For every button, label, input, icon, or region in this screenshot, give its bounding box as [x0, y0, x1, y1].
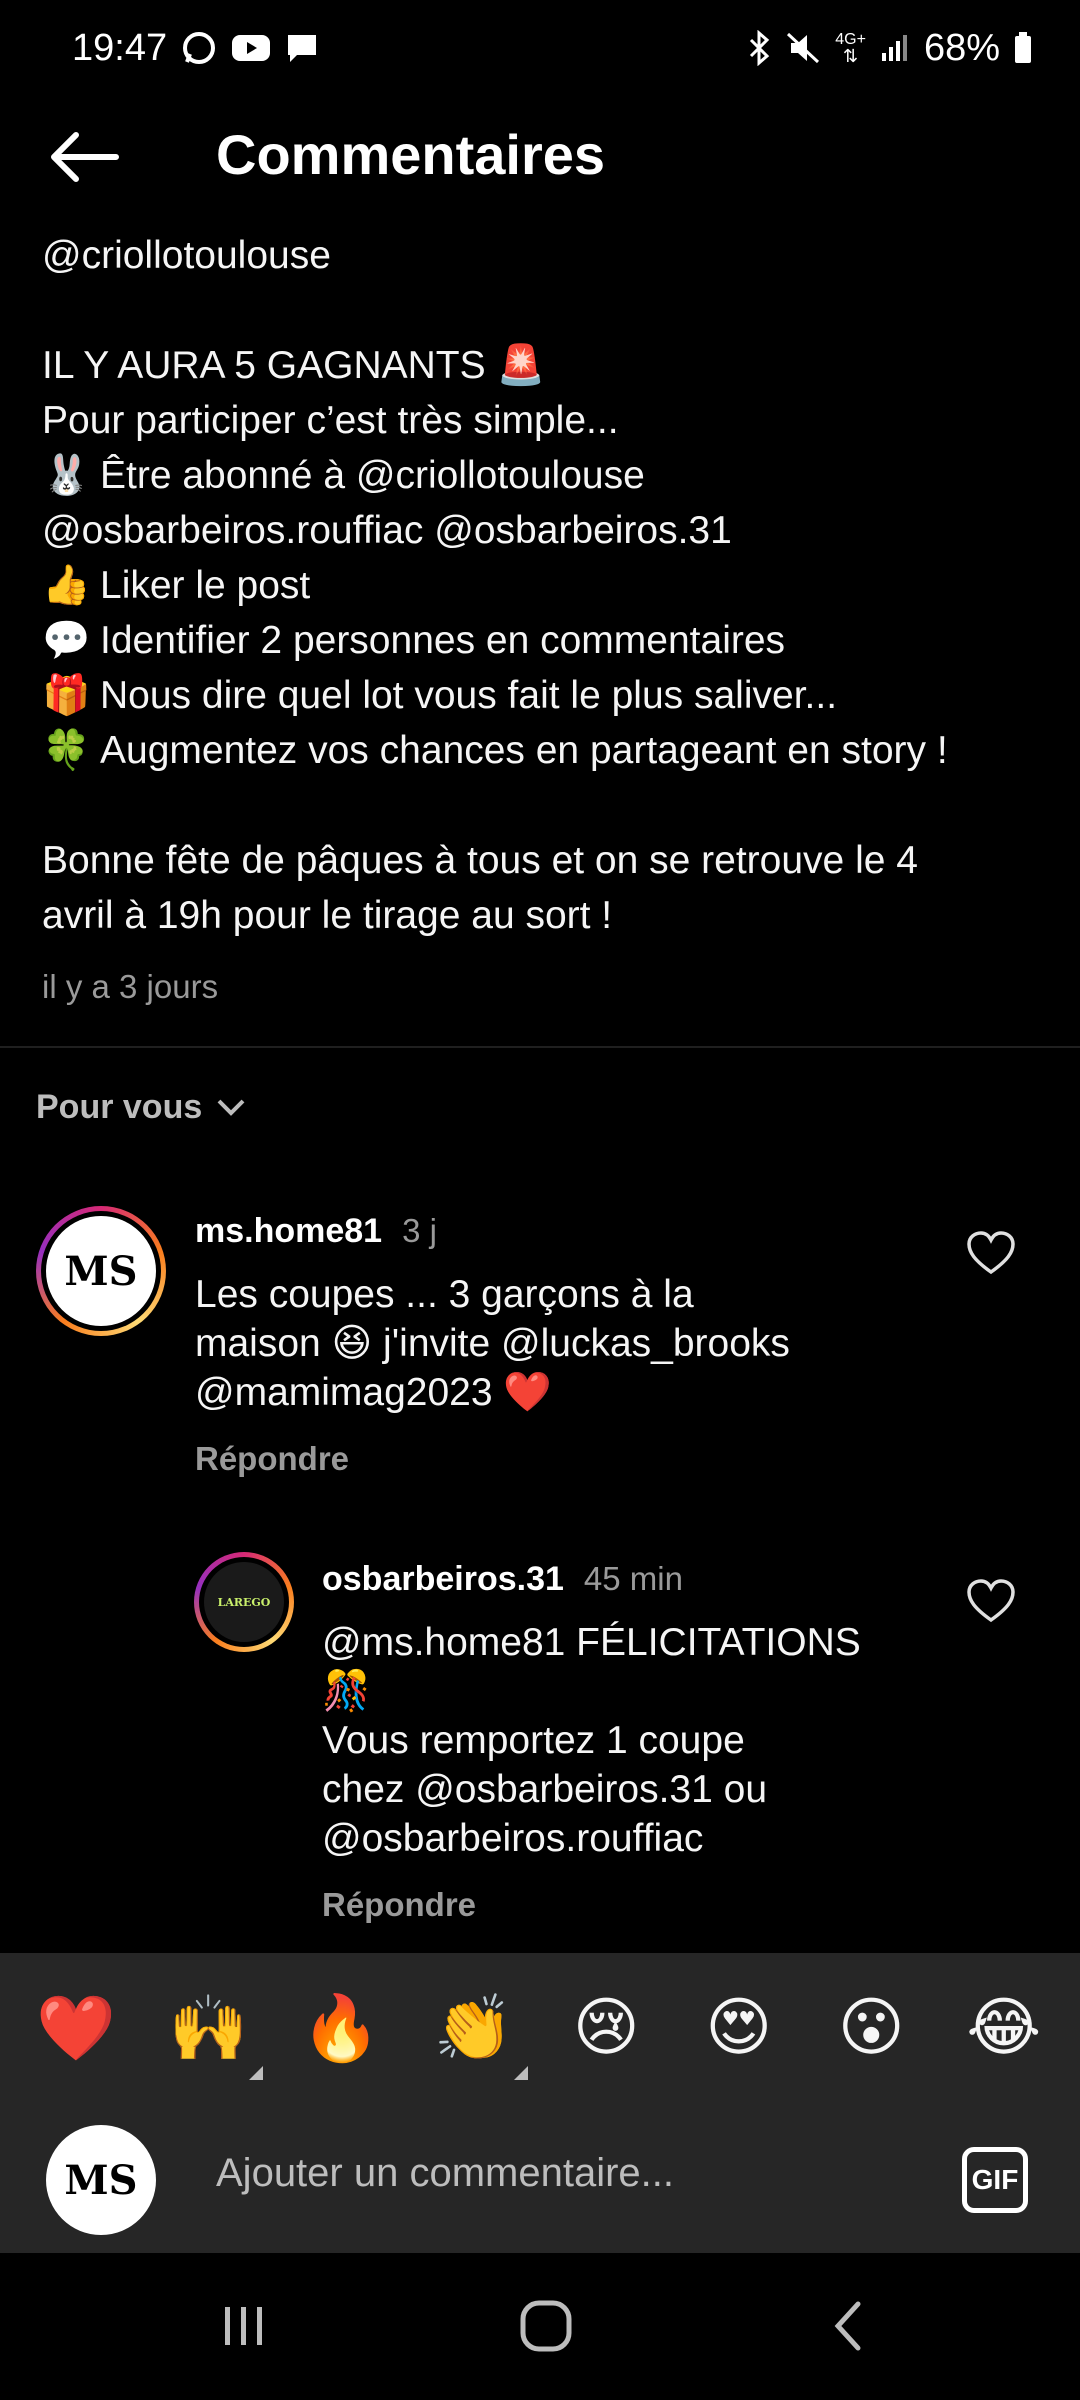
caption-line: 🐰 Être abonné à @criollotoulouse: [42, 448, 1042, 503]
comment-line: 🎊: [322, 1670, 371, 1713]
like-heart-icon[interactable]: [966, 1578, 1016, 1624]
page-title: Commentaires: [216, 123, 606, 186]
emoji-heart-eyes[interactable]: 😍: [689, 1991, 789, 2065]
caption-text: Bonne fête de pâques à tous et on se ret…: [42, 839, 918, 882]
comment-username[interactable]: osbarbeiros.31: [322, 1560, 564, 1599]
message-icon: [285, 31, 319, 65]
comment-line: @mamimag2023 ❤️: [195, 1371, 552, 1414]
comment-line: Vous remportez 1 coupe: [322, 1719, 745, 1762]
emoji-fire[interactable]: 🔥: [291, 1991, 391, 2066]
comment-line: @osbarbeiros.rouffiac: [322, 1817, 704, 1860]
reply-button[interactable]: Répondre: [195, 1440, 349, 1478]
header: Commentaires: [0, 110, 1080, 204]
caption-line: 👍 Liker le post: [42, 558, 1042, 613]
avatar[interactable]: LAREGO: [194, 1552, 294, 1652]
emoji-clapping[interactable]: 👏: [424, 1991, 528, 2080]
caption-emoji: 🐰: [42, 453, 91, 498]
caption-emoji: 💬: [42, 618, 91, 663]
emoji-raised-hands[interactable]: 🙌: [159, 1991, 263, 2080]
filter-label: Pour vous: [36, 1088, 203, 1126]
reply-button[interactable]: Répondre: [322, 1886, 476, 1924]
back-icon: [834, 2301, 861, 2351]
comment-input[interactable]: Ajouter un commentaire...: [216, 2151, 674, 2196]
caption-line: @criollotoulouse: [42, 228, 1042, 283]
skin-tone-indicator: [513, 2065, 528, 2080]
status-time: 19:47: [72, 26, 168, 69]
battery-icon: [1014, 32, 1032, 64]
caption-line: Bonne fête de pâques à tous et on se ret…: [42, 833, 1042, 888]
arrow-left-icon: [51, 132, 119, 182]
mute-icon: [785, 30, 821, 66]
youtube-icon: [231, 33, 271, 63]
divider: [0, 1046, 1080, 1048]
avatar-logo: MS: [64, 2156, 138, 2204]
caption-text: Être abonné à @criollotoulouse: [100, 454, 645, 497]
comment-text: Les coupes ... 3 garçons à la maison 😆 j…: [195, 1270, 955, 1417]
emoji-crying[interactable]: 😢: [556, 1991, 656, 2065]
quick-emoji-bar: ❤️ 🙌 🔥 👏 😢 😍 😮 😂: [0, 1953, 1080, 2103]
emoji-tears-of-joy[interactable]: 😂: [954, 1991, 1054, 2065]
network-label: 4G+ ⇅: [835, 31, 866, 66]
gif-button[interactable]: GIF: [962, 2147, 1028, 2213]
caption-text: @criollotoulouse: [42, 234, 331, 277]
post-caption: @criollotoulouse IL Y AURA 5 GAGNANTS 🚨 Po…: [42, 228, 1042, 943]
avatar-logo: MS: [46, 1216, 156, 1326]
emoji-surprised[interactable]: 😮: [821, 1991, 921, 2065]
battery-percent: 68%: [923, 26, 1000, 69]
emoji-glyph: 👏: [433, 1991, 514, 2066]
back-button[interactable]: [44, 124, 124, 190]
caption-timestamp: il y a 3 jours: [42, 968, 219, 1005]
comment-filter-dropdown[interactable]: Pour vous: [36, 1088, 246, 1127]
like-heart-icon[interactable]: [966, 1230, 1016, 1276]
caption-emoji: 🍀: [42, 728, 91, 773]
comment-time: 45 min: [583, 1560, 683, 1597]
comment-line: chez @osbarbeiros.31 ou: [322, 1768, 768, 1811]
comment-item: MS ms.home81 3 j Les coupes ... 3 garçon…: [36, 1204, 1046, 1494]
caption-line: 🍀 Augmentez vos chances en partageant en …: [42, 723, 1042, 778]
home-icon: [520, 2300, 572, 2352]
whatsapp-icon: [181, 30, 217, 66]
signal-icon: [880, 33, 910, 63]
recents-icon: [225, 2307, 262, 2345]
chevron-down-icon: [217, 1099, 245, 1116]
caption-text: Identifier 2 personnes en commentaires: [100, 619, 786, 662]
comment-text: @ms.home81 FÉLICITATIONS 🎊 Vous remporte…: [322, 1618, 942, 1863]
comment-reply-item: LAREGO osbarbeiros.31 45 min @ms.home81 …: [194, 1552, 1046, 1932]
caption-line: @osbarbeiros.rouffiac @osbarbeiros.31: [42, 503, 1042, 558]
caption-line: avril à 19h pour le tirage au sort !: [42, 888, 1042, 943]
caption-line: 💬 Identifier 2 personnes en commentaires: [42, 613, 1042, 668]
caption-text: @osbarbeiros.rouffiac @osbarbeiros.31: [42, 509, 732, 552]
caption-emoji: 👍: [42, 563, 91, 608]
caption-text: Pour participer c’est très simple...: [42, 399, 619, 442]
caption-text: Nous dire quel lot vous fait le plus sal…: [100, 674, 838, 717]
comment-line: @ms.home81 FÉLICITATIONS: [322, 1621, 861, 1664]
comment-line: Les coupes ... 3 garçons à la: [195, 1273, 694, 1316]
caption-line: IL Y AURA 5 GAGNANTS 🚨: [42, 338, 1042, 393]
home-button[interactable]: [506, 2293, 586, 2359]
caption-text: avril à 19h pour le tirage au sort !: [42, 894, 613, 937]
comment-username[interactable]: ms.home81: [195, 1212, 382, 1251]
system-nav-bar: [0, 2253, 1080, 2400]
back-nav-button[interactable]: [808, 2293, 888, 2359]
bluetooth-icon: [747, 30, 771, 66]
caption-text: Liker le post: [100, 564, 311, 607]
caption-line: 🎁 Nous dire quel lot vous fait le plus sa…: [42, 668, 1042, 723]
comment-time: 3 j: [402, 1212, 437, 1249]
caption-text: Augmentez vos chances en partageant en s…: [100, 729, 948, 772]
comment-composer: MS Ajouter un commentaire... GIF: [0, 2103, 1080, 2253]
caption-line: Pour participer c’est très simple...: [42, 393, 1042, 448]
emoji-glyph: 🙌: [168, 1991, 249, 2066]
caption-emoji: 🎁: [42, 673, 91, 718]
skin-tone-indicator: [248, 2065, 263, 2080]
avatar[interactable]: MS: [36, 1206, 166, 1336]
comment-line: maison 😆 j'invite @luckas_brooks: [195, 1322, 790, 1365]
avatar: MS: [46, 2125, 156, 2235]
emoji-heart[interactable]: ❤️: [26, 1991, 126, 2066]
avatar-logo: LAREGO: [204, 1562, 284, 1642]
caption-text: IL Y AURA 5 GAGNANTS 🚨: [42, 344, 546, 387]
status-bar: 19:47 4G+ ⇅ 68%: [0, 0, 1080, 96]
recents-button[interactable]: [204, 2293, 284, 2359]
